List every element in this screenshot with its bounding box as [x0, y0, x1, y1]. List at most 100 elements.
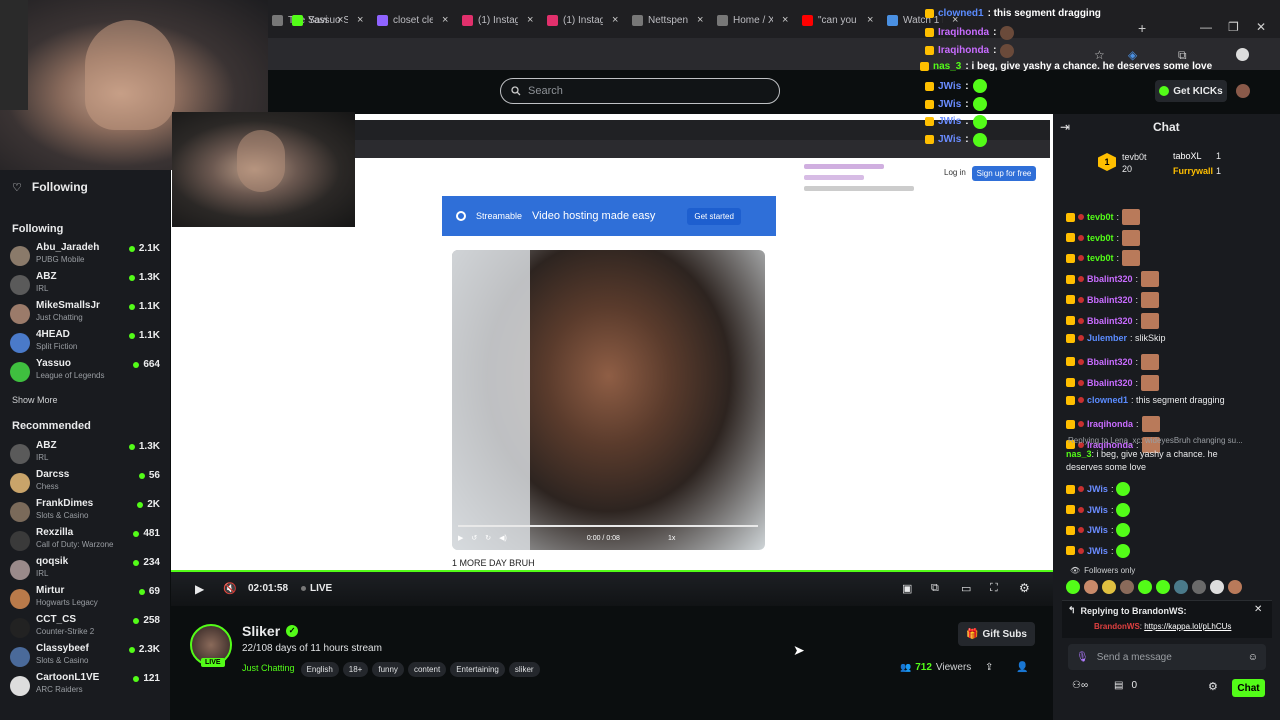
share-icon[interactable]: ⇪: [985, 662, 993, 673]
gift-subs-button[interactable]: 🎁 Gift Subs: [958, 622, 1035, 646]
tab-close-icon[interactable]: ×: [612, 14, 618, 26]
sidebar-channel[interactable]: ABZ IRL 1.3K: [10, 440, 160, 468]
sidebar-channel[interactable]: CartoonL1VE ARC Raiders 121: [10, 672, 160, 700]
sidebar-channel[interactable]: Yassuo League of Legends 664: [10, 358, 160, 386]
fullscreen-icon[interactable]: ⛶: [990, 582, 998, 595]
reply-link[interactable]: https://kappa.lol/pLhCUs: [1144, 622, 1231, 631]
stream-category[interactable]: Just Chatting: [242, 663, 295, 673]
minimize-icon[interactable]: —: [1200, 20, 1212, 34]
kicks-balance[interactable]: ▤ 0: [1114, 680, 1137, 691]
search-input[interactable]: Search: [500, 78, 780, 104]
get-kicks-label: Get KICKs: [1173, 85, 1223, 97]
chat-username[interactable]: Julember: [1087, 333, 1127, 343]
verified-icon: ✓: [286, 625, 299, 637]
browser-tab[interactable]: "can you ×: [802, 10, 873, 30]
channel-category: Hogwarts Legacy: [36, 598, 98, 607]
overlay-username: JWis: [938, 116, 962, 128]
tab-close-icon[interactable]: ×: [697, 14, 703, 26]
chat-username[interactable]: JWis: [1087, 484, 1108, 494]
stream-tag[interactable]: funny: [372, 662, 404, 677]
profile-icon[interactable]: [1236, 48, 1249, 61]
chat-username[interactable]: Bbalint320: [1087, 295, 1133, 305]
close-window-icon[interactable]: ✕: [1256, 20, 1266, 34]
chat-username[interactable]: tevb0t: [1087, 253, 1114, 263]
pip-icon[interactable]: ▣: [902, 582, 912, 595]
browser-tab[interactable]: Yassuo Str ×: [292, 10, 363, 30]
stream-tag[interactable]: Entertaining: [450, 662, 505, 677]
chat-username[interactable]: Bbalint320: [1087, 378, 1133, 388]
get-kicks-button[interactable]: Get KICKs: [1155, 80, 1227, 102]
clip-icon[interactable]: ⧉: [931, 582, 939, 595]
banner-text: Video hosting made easy: [532, 210, 656, 222]
chat-username[interactable]: JWis: [1087, 505, 1108, 515]
chat-send-button[interactable]: Chat: [1232, 679, 1265, 697]
streamer-name[interactable]: Sliker: [242, 623, 280, 639]
chat-text: : this segment dragging: [1131, 395, 1225, 406]
chat-username[interactable]: tevb0t: [1087, 212, 1114, 222]
settings-icon[interactable]: ⚙: [1019, 581, 1030, 595]
chat-input[interactable]: 🎙 Send a message ☺: [1068, 644, 1266, 670]
show-more-link[interactable]: Show More: [12, 395, 58, 405]
chat-username[interactable]: Bbalint320: [1087, 274, 1133, 284]
chat-username[interactable]: tevb0t: [1087, 233, 1114, 243]
sub-badge-icon: [1078, 527, 1084, 533]
channel-avatar: [10, 275, 30, 295]
embedded-forward-icon: ↻: [485, 535, 492, 542]
sidebar-channel[interactable]: Abu_Jaradeh PUBG Mobile 2.1K: [10, 242, 160, 270]
channel-category: Slots & Casino: [36, 511, 89, 520]
chat-username[interactable]: JWis: [1087, 525, 1108, 535]
sub-badge-icon: [1078, 486, 1084, 492]
crown-badge-icon: [925, 135, 934, 145]
sidebar-channel[interactable]: Classybeef Slots & Casino 2.3K: [10, 643, 160, 671]
new-tab-button[interactable]: +: [1138, 20, 1146, 36]
collapse-chat-icon[interactable]: ⇥: [1060, 120, 1070, 134]
browser-tab[interactable]: closet clea ×: [377, 10, 448, 30]
sidebar-channel[interactable]: 4HEAD Split Fiction 1.1K: [10, 329, 160, 357]
tab-close-icon[interactable]: ×: [527, 14, 533, 26]
stream-tag[interactable]: 18+: [342, 662, 369, 677]
sidebar-channel[interactable]: ABZ IRL 1.3K: [10, 271, 160, 299]
play-icon[interactable]: ▶: [195, 582, 204, 596]
sidebar-channel[interactable]: FrankDimes Slots & Casino 2K: [10, 498, 160, 526]
sidebar-channel[interactable]: Rexzilla Call of Duty: Warzone 481: [10, 527, 160, 555]
sub-badge-icon: [1078, 255, 1084, 262]
bookmark-star-icon[interactable]: ☆: [1094, 48, 1105, 62]
mute-icon[interactable]: 🔇: [223, 582, 237, 595]
chat-username[interactable]: Bbalint320: [1087, 316, 1133, 326]
chat-settings-icon[interactable]: ⚙: [1208, 680, 1218, 693]
chat-username[interactable]: clowned1: [1087, 395, 1128, 405]
live-dot-icon: [133, 675, 140, 682]
extension-icon[interactable]: ◈: [1128, 48, 1137, 62]
chat-username[interactable]: Bbalint320: [1087, 357, 1133, 367]
tab-close-icon[interactable]: ×: [357, 14, 363, 26]
mic-icon[interactable]: 🎙: [1076, 652, 1089, 663]
browser-tab[interactable]: Nettspend ×: [632, 10, 703, 30]
restore-icon[interactable]: ❐: [1228, 20, 1239, 34]
chat-username[interactable]: JWis: [1087, 546, 1108, 556]
browser-tab[interactable]: Home / X ×: [717, 10, 788, 30]
tab-close-icon[interactable]: ×: [442, 14, 448, 26]
activity-icon[interactable]: ⚇∞: [1072, 680, 1088, 691]
theater-icon[interactable]: ▭: [961, 582, 971, 595]
sidebar-channel[interactable]: MikeSmallsJr Just Chatting 1.1K: [10, 300, 160, 328]
stream-tag[interactable]: English: [300, 662, 339, 677]
sidebar-channel[interactable]: CCT_CS Counter-Strike 2 258: [10, 614, 160, 642]
sidebar-following-header[interactable]: ♡ Following: [12, 180, 88, 194]
browser-tab[interactable]: (1) Instagr ×: [547, 10, 618, 30]
stream-tag[interactable]: sliker: [508, 662, 540, 677]
stream-tag[interactable]: content: [407, 662, 447, 677]
chat-username[interactable]: nas_3: [1066, 449, 1092, 459]
emoji-icon[interactable]: ☺: [1248, 652, 1258, 663]
follow-icon[interactable]: 👤: [1016, 662, 1028, 673]
close-reply-icon[interactable]: ✕: [1254, 604, 1262, 615]
tab-label: Home / X: [733, 14, 773, 26]
browser-tab[interactable]: (1) Instagr ×: [462, 10, 533, 30]
chat-username[interactable]: Iraqihonda: [1087, 419, 1133, 429]
sidebar-channel[interactable]: qoqsik IRL 234: [10, 556, 160, 584]
sidebar-channel[interactable]: Mirtur Hogwarts Legacy 69: [10, 585, 160, 613]
user-avatar[interactable]: [1236, 84, 1250, 98]
tab-close-icon[interactable]: ×: [782, 14, 788, 26]
sidebar-channel[interactable]: Darcss Chess 56: [10, 469, 160, 497]
chat-text-cont: deserves some love: [1066, 462, 1147, 472]
tab-close-icon[interactable]: ×: [867, 14, 873, 26]
